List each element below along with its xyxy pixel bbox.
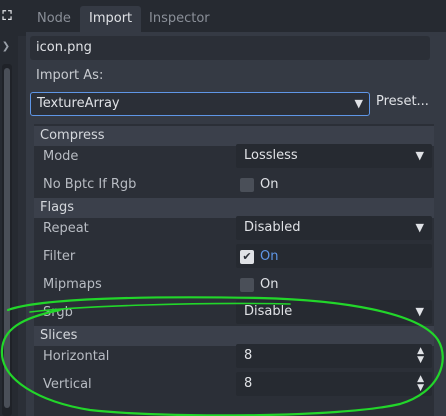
vertical-spinbox[interactable]: 8 ▲ ▼ xyxy=(236,372,432,396)
tab-node[interactable]: Node xyxy=(28,6,80,32)
srgb-label: Srgb xyxy=(43,305,73,320)
vertical-label: Vertical xyxy=(43,377,92,392)
srgb-value: Disable xyxy=(244,304,293,319)
mipmaps-value: On xyxy=(260,277,279,292)
dock-tab-bar: Node Import Inspector xyxy=(18,0,446,36)
fullscreen-icon[interactable]: ⛶ xyxy=(0,8,14,24)
no-bptc-checkbox[interactable] xyxy=(240,178,254,192)
up-down-arrows-icon[interactable]: ▲ ▼ xyxy=(417,347,424,365)
mipmaps-label: Mipmaps xyxy=(43,277,102,292)
left-scrollbar-thumb[interactable] xyxy=(4,68,10,408)
filter-value: On xyxy=(260,249,279,264)
import-as-select[interactable]: TextureArray ▼ xyxy=(30,92,370,116)
chevron-down-icon: ▼ xyxy=(354,97,363,110)
srgb-select[interactable]: Disable ▼ xyxy=(236,300,432,324)
up-down-arrows-icon[interactable]: ▲ ▼ xyxy=(417,375,424,393)
filename-field: icon.png xyxy=(30,36,430,60)
vertical-value: 8 xyxy=(244,376,253,391)
checkmark-icon: ✔ xyxy=(242,250,252,263)
section-flags[interactable]: Flags xyxy=(34,198,434,218)
mipmaps-checkbox[interactable] xyxy=(240,278,254,292)
repeat-value: Disabled xyxy=(244,220,301,235)
tab-import[interactable]: Import xyxy=(80,6,142,32)
mode-select[interactable]: Lossless ▼ xyxy=(236,144,432,168)
tab-inspector[interactable]: Inspector xyxy=(140,6,219,32)
horizontal-label: Horizontal xyxy=(43,349,110,364)
left-dock-strip: ⛶ ❯ xyxy=(0,0,18,416)
repeat-label: Repeat xyxy=(43,221,89,236)
preset-button[interactable]: Preset... xyxy=(376,94,429,109)
mode-value: Lossless xyxy=(244,148,298,163)
no-bptc-value: On xyxy=(260,177,279,192)
chevron-down-icon: ▼ xyxy=(415,149,424,162)
chevron-right-icon[interactable]: ❯ xyxy=(0,40,12,52)
repeat-select[interactable]: Disabled ▼ xyxy=(236,216,432,240)
chevron-down-icon: ▼ xyxy=(415,221,424,234)
horizontal-spinbox[interactable]: 8 ▲ ▼ xyxy=(236,344,432,368)
import-as-value: TextureArray xyxy=(37,96,120,111)
chevron-down-icon: ▼ xyxy=(415,305,424,318)
import-as-label: Import As: xyxy=(36,68,104,83)
filter-label: Filter xyxy=(43,249,76,264)
filter-checkbox[interactable]: ✔ xyxy=(240,250,254,264)
no-bptc-label: No Bptc If Rgb xyxy=(43,177,137,192)
horizontal-value: 8 xyxy=(244,348,253,363)
section-compress[interactable]: Compress xyxy=(34,126,434,146)
section-slices[interactable]: Slices xyxy=(34,326,434,346)
mode-label: Mode xyxy=(43,149,79,164)
